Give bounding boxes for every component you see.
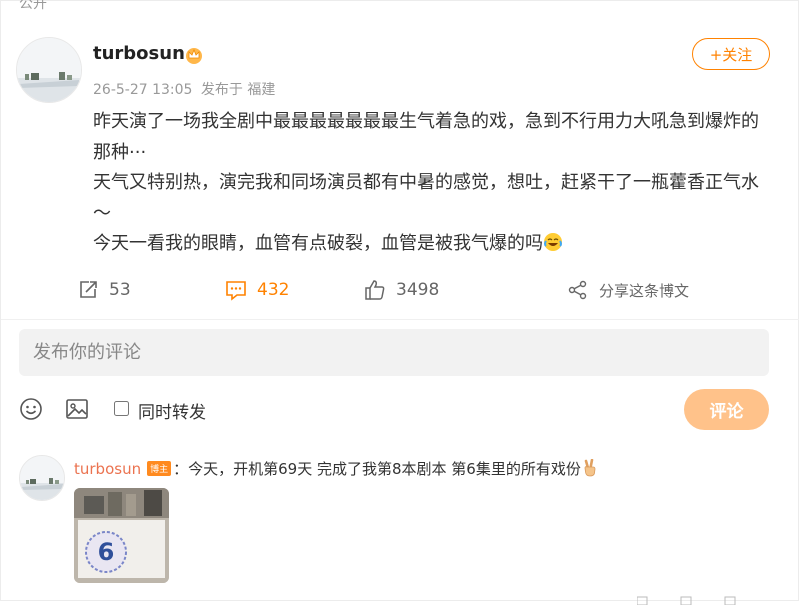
post-body: 昨天演了一场我全剧中最最最最最最最生气着急的戏，急到不行用力大吼急到爆炸的那种·…	[93, 107, 773, 260]
comment-count: 432	[257, 280, 290, 300]
comment-avatar[interactable]	[19, 455, 65, 501]
post-action-bar: 53 432 3498 分享这条博文	[1, 279, 799, 303]
post-line-3-text: 今天一看我的眼睛，血管有点破裂，血管是被我气爆的吗	[93, 233, 543, 254]
comment-button[interactable]: 432	[225, 279, 289, 301]
victory-hand-icon	[584, 459, 596, 477]
comment-image-number: 6	[98, 538, 115, 566]
author-badge: 博主	[147, 461, 172, 476]
repost-checkbox-label[interactable]: 同时转发	[138, 398, 206, 423]
comment-image[interactable]: 6	[74, 488, 169, 583]
repost-button[interactable]: 53	[77, 279, 131, 301]
repost-count: 53	[109, 280, 131, 300]
post-meta: 26-5-27 13:05 发布于 福建	[93, 79, 279, 99]
share-icon	[568, 280, 587, 300]
post-avatar[interactable]	[16, 37, 82, 103]
post-timestamp[interactable]: 26-5-27 13:05	[93, 82, 192, 98]
cut-action-icons	[637, 596, 736, 605]
post-line-1: 昨天演了一场我全剧中最最最最最最最生气着急的戏，急到不行用力大吼急到爆炸的那种·…	[93, 111, 759, 163]
comment-username[interactable]: turbosun	[74, 460, 141, 478]
repost-checkbox[interactable]	[114, 401, 129, 416]
image-icon[interactable]	[65, 397, 89, 421]
share-label: 分享这条博文	[599, 281, 690, 300]
section-divider	[1, 319, 799, 320]
like-button[interactable]: 3498	[364, 279, 439, 301]
comment-text-line: turbosun 博主 ：今天，开机第69天 完成了我第8本剧本 第6集里的所有戏份	[74, 458, 599, 479]
crown-icon	[186, 48, 202, 64]
like-count: 3498	[396, 280, 440, 300]
submit-comment-button[interactable]: 评论	[684, 389, 769, 430]
comment-input[interactable]	[19, 329, 769, 376]
crying-laugh-icon	[544, 233, 562, 251]
post-username[interactable]: turbosun	[93, 43, 185, 64]
share-button[interactable]: 分享这条博文	[567, 279, 689, 301]
comment-text: ：今天，开机第69天 完成了我第8本剧本 第6集里的所有戏份	[173, 460, 581, 478]
repost-icon	[80, 281, 97, 298]
comment-icon	[226, 281, 246, 301]
post-line-2: 天气又特别热，演完我和同场演员都有中暑的感觉，想吐，赶紧干了一瓶藿香正气水～	[93, 172, 759, 224]
header-cut-label: 公开	[19, 0, 47, 12]
follow-button[interactable]: +关注	[692, 38, 770, 70]
emoji-icon[interactable]	[19, 397, 43, 421]
post-source: 发布于 福建	[200, 82, 276, 98]
like-icon	[365, 280, 385, 300]
post-line-3: 今天一看我的眼睛，血管有点破裂，血管是被我气爆的吗	[93, 229, 773, 260]
